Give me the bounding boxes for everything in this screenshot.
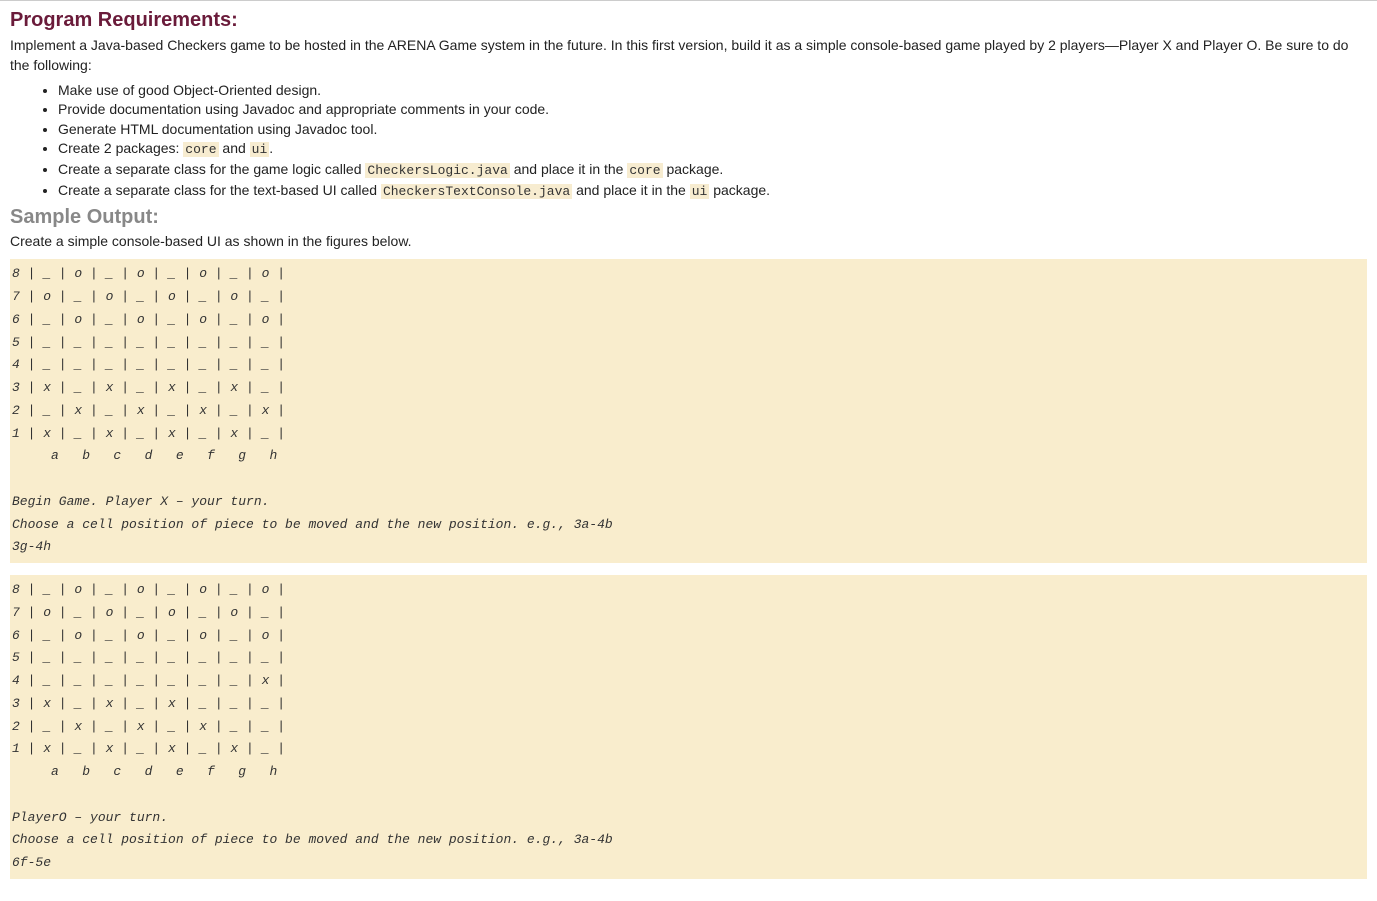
- sample-subtext: Create a simple console-based UI as show…: [10, 233, 1367, 249]
- inline-code: ui: [250, 142, 270, 157]
- list-item: Create 2 packages: core and ui.: [58, 139, 1367, 159]
- document-content: Program Requirements: Implement a Java-b…: [0, 1, 1377, 901]
- inline-code: ui: [690, 184, 710, 199]
- requirements-list: Make use of good Object-Oriented design.…: [10, 81, 1367, 200]
- list-text: Create a separate class for the text-bas…: [58, 182, 381, 198]
- intro-paragraph: Implement a Java-based Checkers game to …: [10, 36, 1367, 75]
- inline-code: core: [183, 142, 218, 157]
- inline-code: CheckersLogic.java: [365, 163, 509, 178]
- list-text: Create a separate class for the game log…: [58, 161, 365, 177]
- list-text: package.: [709, 182, 770, 198]
- list-item: Create a separate class for the text-bas…: [58, 181, 1367, 201]
- list-item: Provide documentation using Javadoc and …: [58, 100, 1367, 118]
- list-text: and place it in the: [572, 182, 690, 198]
- list-text: .: [269, 140, 273, 156]
- list-text: and: [219, 140, 250, 156]
- list-text: Create 2 packages:: [58, 140, 183, 156]
- list-item: Create a separate class for the game log…: [58, 160, 1367, 180]
- list-text: package.: [663, 161, 724, 177]
- list-text: and place it in the: [510, 161, 628, 177]
- inline-code: core: [627, 163, 662, 178]
- inline-code: CheckersTextConsole.java: [381, 184, 572, 199]
- heading-program-requirements: Program Requirements:: [10, 9, 1367, 32]
- sample-output-block-1: 8 | _ | o | _ | o | _ | o | _ | o | 7 | …: [10, 259, 1367, 563]
- heading-sample-output: Sample Output:: [10, 206, 1367, 229]
- list-item: Generate HTML documentation using Javado…: [58, 120, 1367, 138]
- sample-output-block-2: 8 | _ | o | _ | o | _ | o | _ | o | 7 | …: [10, 575, 1367, 879]
- list-item: Make use of good Object-Oriented design.: [58, 81, 1367, 99]
